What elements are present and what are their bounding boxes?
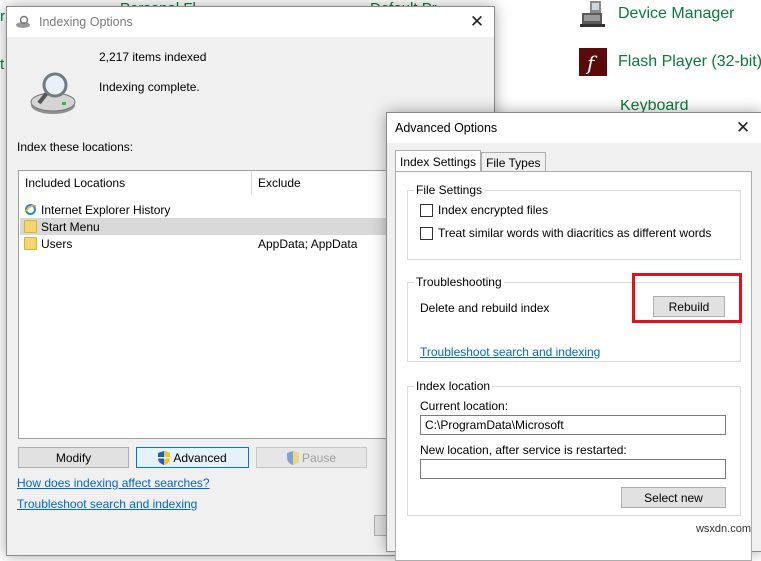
tab-index-settings[interactable]: Index Settings bbox=[395, 150, 482, 173]
flash-player-label: Flash Player (32-bit) bbox=[618, 53, 761, 70]
file-settings-title: File Settings bbox=[414, 183, 485, 197]
advanced-options-dialog: Advanced Options ✕ Index Settings File T… bbox=[386, 112, 761, 561]
how-indexing-link[interactable]: How does indexing affect searches? bbox=[17, 476, 210, 490]
indexing-options-title: Indexing Options bbox=[39, 15, 133, 29]
close-icon[interactable]: ✕ bbox=[726, 113, 760, 143]
ie-icon bbox=[24, 204, 37, 215]
advanced-button[interactable]: Advanced bbox=[136, 447, 249, 468]
index-location-title: Index location bbox=[414, 379, 493, 393]
device-manager-label: Device Manager bbox=[618, 5, 735, 22]
troubleshoot-link[interactable]: Troubleshoot search and indexing bbox=[17, 497, 197, 511]
folder-icon bbox=[24, 220, 37, 233]
encrypted-files-checkbox[interactable]: Index encrypted files bbox=[420, 203, 548, 217]
new-location-label: New location, after service is restarted… bbox=[420, 443, 627, 457]
flash-player-item[interactable]: f Flash Player (32-bit) bbox=[578, 47, 761, 77]
index-settings-panel: File Settings Index encrypted files Trea… bbox=[395, 171, 752, 561]
location-exclude: AppData; AppData bbox=[258, 236, 358, 251]
indexing-status: Indexing complete. bbox=[99, 80, 200, 94]
index-location-group: Index location Current location: C:\Prog… bbox=[407, 379, 741, 516]
troubleshoot-link[interactable]: Troubleshoot search and indexing bbox=[420, 345, 600, 359]
advanced-button-label: Advanced bbox=[173, 450, 227, 465]
advanced-options-titlebar[interactable]: Advanced Options ✕ bbox=[387, 113, 761, 143]
tab-file-types[interactable]: File Types bbox=[481, 152, 546, 173]
indexing-options-app-icon bbox=[16, 15, 30, 28]
checkbox-box[interactable] bbox=[420, 203, 433, 217]
modify-button[interactable]: Modify bbox=[18, 447, 129, 468]
tab-strip: Index Settings File Types bbox=[395, 150, 546, 173]
table-row[interactable]: Start Menu bbox=[20, 218, 389, 235]
current-location-label: Current location: bbox=[420, 399, 509, 413]
keyboard-label: Keyboard bbox=[620, 100, 689, 112]
checkbox-box[interactable] bbox=[420, 226, 433, 240]
location-name: Internet Explorer History bbox=[41, 202, 171, 217]
uac-shield-icon bbox=[158, 450, 171, 465]
items-indexed-count: 2,217 items indexed bbox=[99, 50, 207, 64]
table-row[interactable]: Internet Explorer History bbox=[20, 201, 389, 218]
column-header-exclude[interactable]: Exclude bbox=[252, 171, 301, 195]
locations-list[interactable]: Included Locations Exclude Internet Expl… bbox=[18, 170, 390, 439]
uac-shield-icon bbox=[286, 450, 299, 465]
pause-button[interactable]: Pause bbox=[256, 447, 367, 468]
flash-player-icon: f bbox=[579, 48, 607, 76]
locations-header: Index these locations: bbox=[17, 140, 134, 154]
advanced-options-title: Advanced Options bbox=[395, 121, 498, 135]
pause-button-label: Pause bbox=[301, 450, 337, 465]
diacritics-checkbox[interactable]: Treat similar words with diacritics as d… bbox=[420, 226, 711, 240]
location-name: Start Menu bbox=[41, 219, 100, 234]
location-name: Users bbox=[41, 236, 73, 251]
file-settings-group: File Settings Index encrypted files Trea… bbox=[407, 183, 741, 260]
indexing-magnifier-icon bbox=[30, 72, 76, 114]
rebuild-description: Delete and rebuild index bbox=[420, 301, 550, 315]
column-header-included[interactable]: Included Locations bbox=[19, 171, 125, 195]
indexing-options-titlebar[interactable]: Indexing Options ✕ bbox=[7, 7, 494, 37]
new-location-field[interactable] bbox=[420, 459, 726, 479]
diacritics-label: Treat similar words with diacritics as d… bbox=[438, 226, 712, 240]
troubleshooting-title: Troubleshooting bbox=[414, 275, 504, 289]
keyboard-item[interactable]: Keyboard bbox=[610, 100, 689, 112]
encrypted-files-label: Index encrypted files bbox=[438, 203, 549, 217]
device-manager-item[interactable]: Device Manager bbox=[578, 0, 735, 28]
current-location-field[interactable]: C:\ProgramData\Microsoft bbox=[420, 415, 726, 435]
rebuild-highlight-box bbox=[632, 273, 742, 323]
watermark-text: wsxdn.com bbox=[695, 523, 751, 535]
select-new-button[interactable]: Select new bbox=[621, 487, 726, 508]
folder-icon bbox=[24, 237, 37, 250]
table-row[interactable]: Users AppData; AppData bbox=[20, 235, 389, 252]
close-icon[interactable]: ✕ bbox=[460, 7, 494, 37]
device-manager-icon bbox=[580, 1, 605, 27]
